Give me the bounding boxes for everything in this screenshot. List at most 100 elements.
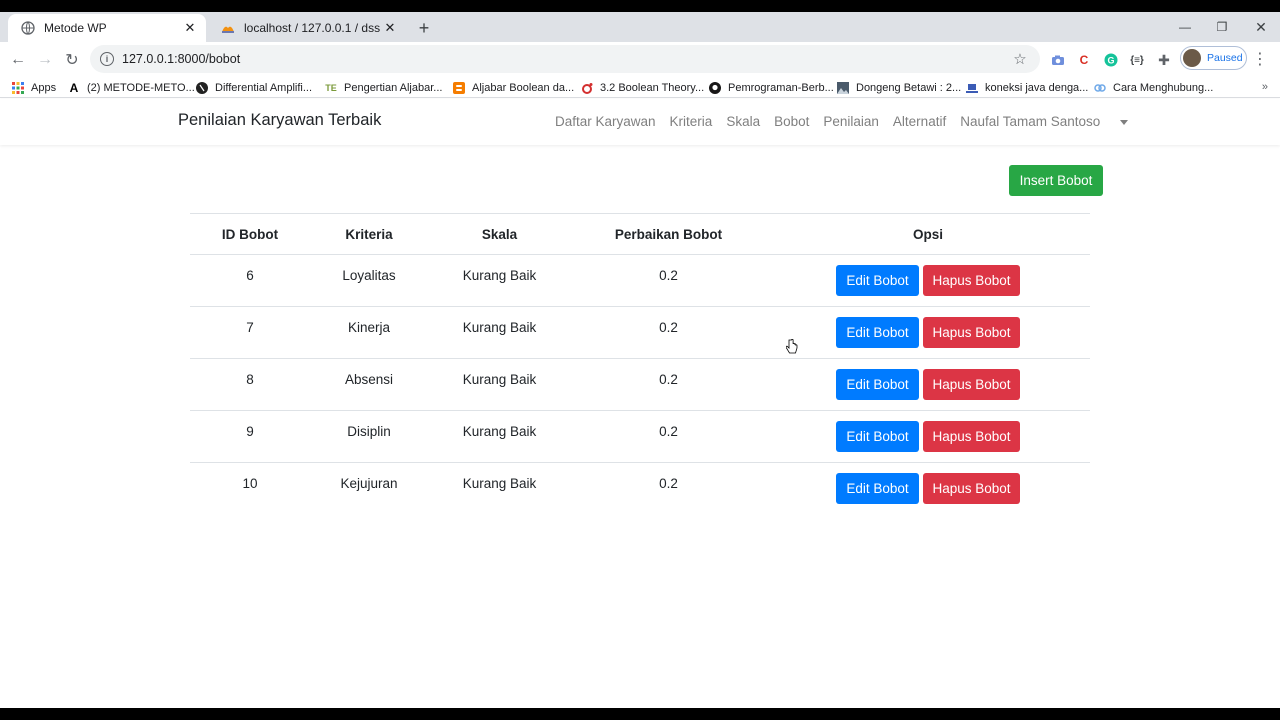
edit-bobot-button[interactable]: Edit Bobot [836,317,919,348]
nav-penilaian[interactable]: Penilaian [823,114,879,129]
new-tab-button[interactable]: + [414,18,434,38]
image-logo-icon [837,82,849,94]
table-row: 10 Kejujuran Kurang Baik 0.2 Edit Bobot … [190,463,1090,515]
bookmark-label: Dongeng Betawi : 2... [856,82,962,94]
bookmark-label: Aljabar Boolean da... [472,82,575,94]
cell-opsi: Edit Bobot Hapus Bobot [766,410,1090,463]
header-skala: Skala [428,213,571,255]
header-perbaikan-bobot: Perbaikan Bobot [571,213,766,255]
hapus-bobot-button[interactable]: Hapus Bobot [923,473,1020,504]
cell-opsi: Edit Bobot Hapus Bobot [766,254,1090,307]
cell-kriteria: Absensi [310,358,428,411]
bookmark-dongeng[interactable]: Dongeng Betawi : 2... [837,79,961,97]
bookmark-pemrograman[interactable]: Pemrograman-Berb... [709,79,834,97]
cell-skala: Kurang Baik [462,476,537,491]
svg-text:G: G [1107,56,1114,66]
cell-id: 7 [190,306,310,359]
bookmark-apps[interactable]: Apps [12,79,56,97]
cell-bobot: 0.2 [571,306,766,359]
forward-icon[interactable]: → [32,47,58,73]
bookmarks-bar: Apps A (2) METODE-METO... Differential A… [0,79,1280,98]
cell-id: 9 [190,410,310,463]
hapus-bobot-button[interactable]: Hapus Bobot [923,317,1020,348]
bookmark-koneksi-java[interactable]: koneksi java denga... [966,79,1088,97]
hand-cursor-icon [785,338,798,354]
bookmark-differential[interactable]: Differential Amplifi... [196,79,312,97]
tab-title: localhost / 127.0.0.1 / dss | phpM [244,21,382,35]
nav-daftar-karyawan[interactable]: Daftar Karyawan [555,114,656,129]
minimize-icon[interactable]: — [1170,16,1200,38]
browser-window: Metode WP ✕ localhost / 127.0.0.1 / dss … [0,12,1280,708]
bookmark-boolean-theory[interactable]: 3.2 Boolean Theory... [581,79,704,97]
tab-title: Metode WP [44,21,107,35]
camera-extension-icon[interactable] [1047,49,1069,71]
reload-icon[interactable]: ↻ [59,47,85,73]
link-logo-icon [1094,82,1106,94]
restore-icon[interactable]: ❐ [1207,16,1237,38]
close-window-icon[interactable]: ✕ [1246,16,1276,38]
cell-skala: Kurang Baik [428,358,571,411]
te-logo-icon: TE [325,83,337,93]
cell-skala: Kurang Baik [428,254,571,307]
cell-id: 10 [242,476,258,491]
edit-bobot-button[interactable]: Edit Bobot [836,473,919,504]
cell-kriteria: Kejujuran [340,476,398,491]
tab-strip: Metode WP ✕ localhost / 127.0.0.1 / dss … [0,12,1280,42]
browser-toolbar: ← → ↻ i 127.0.0.1:8000/bobot ☆ C G {≡} ✚… [0,42,1280,79]
bookmark-metode[interactable]: A (2) METODE-METO... [68,79,195,97]
phpmyadmin-icon [220,20,236,36]
ring-logo-icon [581,82,593,94]
grammarly-icon[interactable]: G [1100,49,1122,71]
tab-phpmyadmin[interactable]: localhost / 127.0.0.1 / dss | phpM ✕ [208,14,406,42]
caret-down-icon [1120,119,1129,125]
table-row: 7 Kinerja Kurang Baik 0.2 Edit Bobot Hap… [190,306,1090,359]
nav-bobot[interactable]: Bobot [774,114,809,129]
cell-bobot: 0.2 [571,358,766,411]
edit-bobot-button[interactable]: Edit Bobot [836,265,919,296]
insert-bobot-button[interactable]: Insert Bobot [1009,165,1103,196]
address-bar[interactable]: i 127.0.0.1:8000/bobot ☆ [90,45,1040,73]
bookmark-label: 3.2 Boolean Theory... [600,82,705,94]
letter-a-icon: A [69,81,79,95]
cell-skala: Kurang Baik [428,306,571,359]
close-icon[interactable]: ✕ [182,20,198,36]
navbar-brand[interactable]: Penilaian Karyawan Terbaik [178,111,381,130]
more-menu-icon[interactable]: ⋮ [1252,49,1268,71]
header-opsi: Opsi [766,213,1090,255]
bookmark-pengertian[interactable]: TE Pengertian Aljabar... [325,79,442,97]
url-text[interactable]: 127.0.0.1:8000/bobot [122,52,1010,66]
nav-links: Daftar Karyawan Kriteria Skala Bobot Pen… [555,114,1156,129]
edit-bobot-button[interactable]: Edit Bobot [836,369,919,400]
github-icon [709,82,721,94]
puzzle-extensions-icon[interactable]: ✚ [1153,49,1175,71]
nav-alternatif[interactable]: Alternatif [893,114,946,129]
profile-button[interactable]: Paused [1180,46,1247,70]
cell-opsi: Edit Bobot Hapus Bobot [766,358,1090,411]
bookmark-label: Apps [31,82,57,94]
bookmark-aljabar-boolean[interactable]: Aljabar Boolean da... [453,79,574,97]
blogger-icon [453,82,465,94]
cell-kriteria: Disiplin [310,410,428,463]
back-icon[interactable]: ← [5,47,31,73]
braces-extension-icon[interactable]: {≡} [1126,49,1148,71]
nav-kriteria[interactable]: Kriteria [670,114,713,129]
bookmark-cara-menghubung[interactable]: Cara Menghubung... [1094,79,1213,97]
hapus-bobot-button[interactable]: Hapus Bobot [923,421,1020,452]
bookmark-label: Pengertian Aljabar... [344,82,443,94]
info-icon[interactable]: i [100,52,114,66]
close-icon[interactable]: ✕ [382,20,398,36]
hapus-bobot-button[interactable]: Hapus Bobot [923,265,1020,296]
cell-kriteria: Kinerja [310,306,428,359]
bookmark-label: Differential Amplifi... [215,82,313,94]
star-icon[interactable]: ☆ [1010,50,1030,68]
apps-grid-icon [12,82,24,94]
cell-id: 6 [190,254,310,307]
cell-opsi: Edit Bobot Hapus Bobot [766,306,1090,359]
edit-bobot-button[interactable]: Edit Bobot [836,421,919,452]
c-extension-icon[interactable]: C [1073,49,1095,71]
tab-metode-wp[interactable]: Metode WP ✕ [8,14,206,42]
user-dropdown[interactable]: Naufal Tamam Santoso [960,114,1142,129]
hapus-bobot-button[interactable]: Hapus Bobot [923,369,1020,400]
nav-skala[interactable]: Skala [726,114,760,129]
chevron-double-right-icon[interactable]: » [1262,81,1268,93]
